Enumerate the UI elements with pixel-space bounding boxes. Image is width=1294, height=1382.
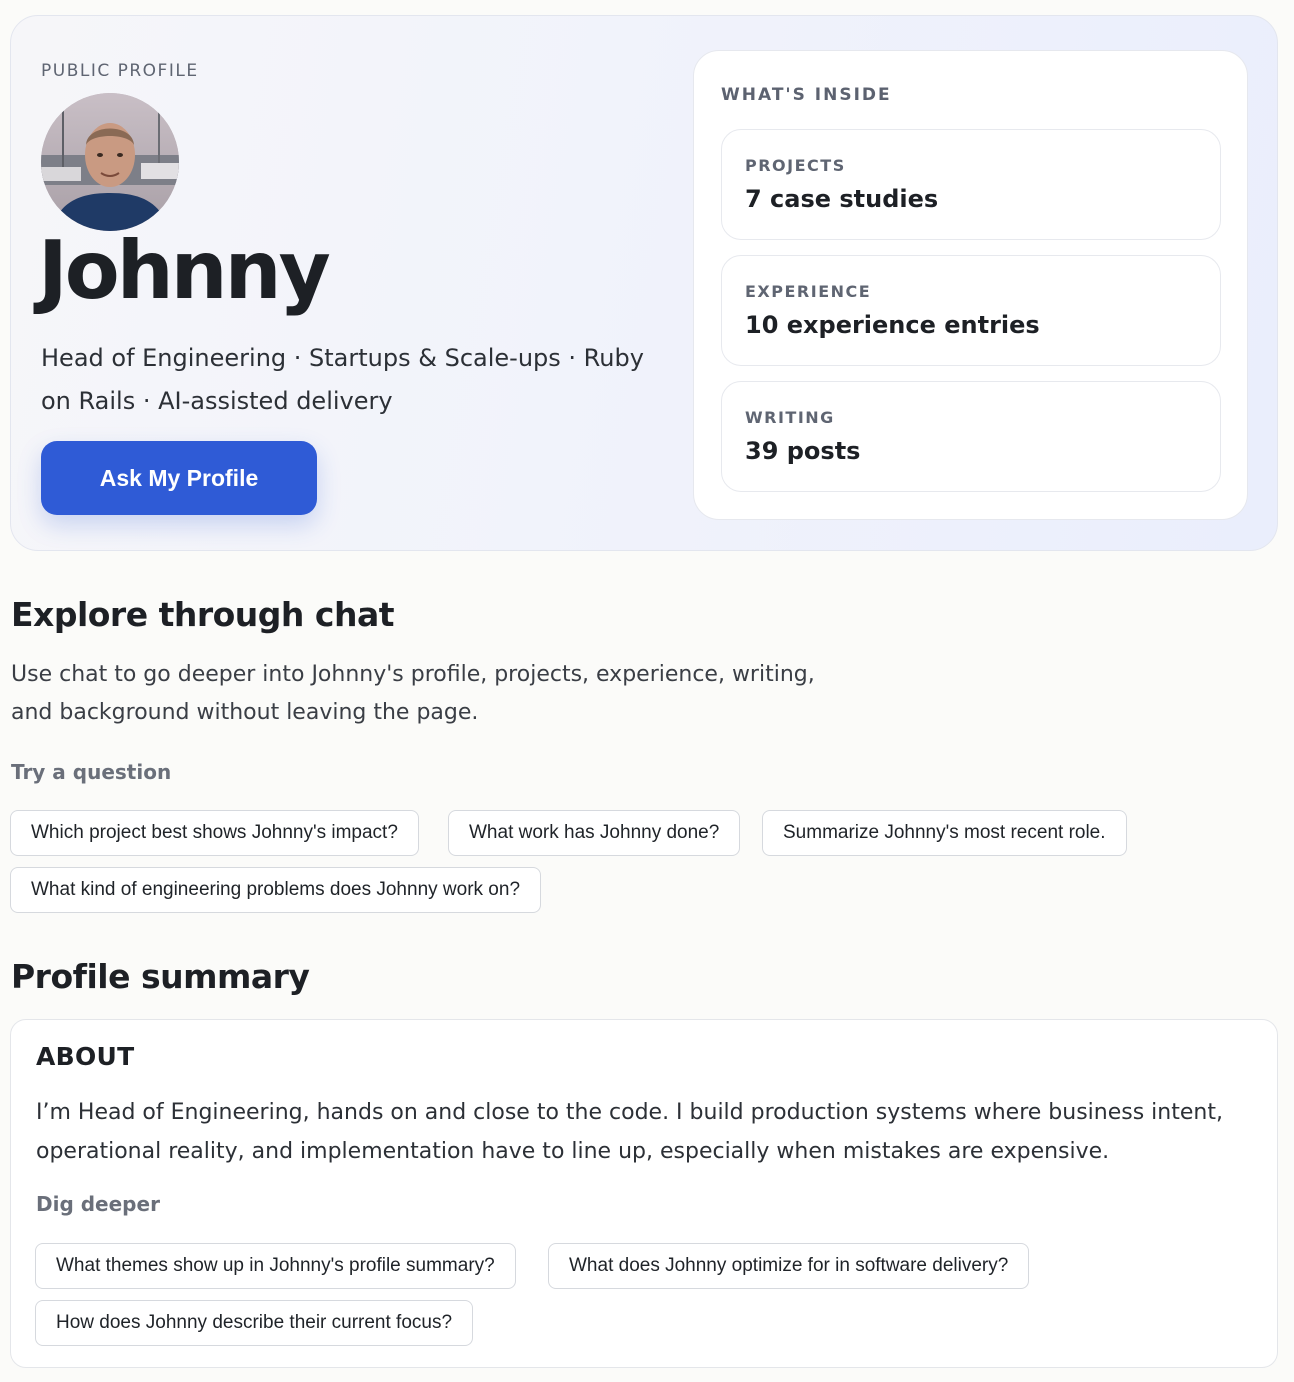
profile-page: PUBLIC PROFILE Johnny Head of Engineerin… [0, 0, 1294, 1382]
question-chip[interactable]: Which project best shows Johnny's impact… [10, 810, 419, 856]
avatar-photo [41, 93, 179, 231]
inside-card-label: PROJECTS [745, 156, 846, 175]
question-chip[interactable]: What themes show up in Johnny's profile … [35, 1243, 516, 1289]
ask-my-profile-button[interactable]: Ask My Profile [41, 441, 317, 515]
whats-inside-panel: WHAT'S INSIDE PROJECTS 7 case studies EX… [693, 50, 1248, 520]
try-question-label: Try a question [11, 760, 172, 784]
whats-inside-title: WHAT'S INSIDE [721, 85, 892, 105]
inside-card-projects[interactable]: PROJECTS 7 case studies [721, 129, 1221, 240]
about-title: ABOUT [36, 1042, 135, 1071]
about-card: ABOUT I’m Head of Engineering, hands on … [10, 1019, 1278, 1368]
inside-card-experience[interactable]: EXPERIENCE 10 experience entries [721, 255, 1221, 366]
hero-name: Johnny [38, 224, 331, 317]
question-chip[interactable]: Summarize Johnny's most recent role. [762, 810, 1127, 856]
inside-card-label: EXPERIENCE [745, 282, 872, 301]
question-chip[interactable]: What work has Johnny done? [448, 810, 741, 856]
question-chip[interactable]: What kind of engineering problems does J… [10, 867, 542, 913]
inside-card-value: 10 experience entries [745, 311, 1040, 339]
profile-summary-heading: Profile summary [11, 957, 310, 996]
inside-card-label: WRITING [745, 408, 835, 427]
about-text: I’m Head of Engineering, hands on and cl… [36, 1100, 1223, 1164]
question-chip[interactable]: How does Johnny describe their current f… [35, 1300, 474, 1346]
dig-deeper-label: Dig deeper [36, 1192, 160, 1216]
question-chip[interactable]: What does Johnny optimize for in softwar… [548, 1243, 1030, 1289]
inside-card-writing[interactable]: WRITING 39 posts [721, 381, 1221, 492]
hero-tagline: Head of Engineering · Startups & Scale-u… [41, 344, 644, 415]
explore-heading: Explore through chat [11, 595, 395, 634]
explore-description: Use chat to go deeper into Johnny's prof… [11, 662, 815, 725]
avatar [41, 93, 179, 231]
inside-card-value: 39 posts [745, 437, 861, 465]
hero-section: PUBLIC PROFILE Johnny Head of Engineerin… [10, 15, 1278, 551]
inside-card-value: 7 case studies [745, 185, 939, 213]
hero-eyebrow: PUBLIC PROFILE [41, 61, 199, 81]
